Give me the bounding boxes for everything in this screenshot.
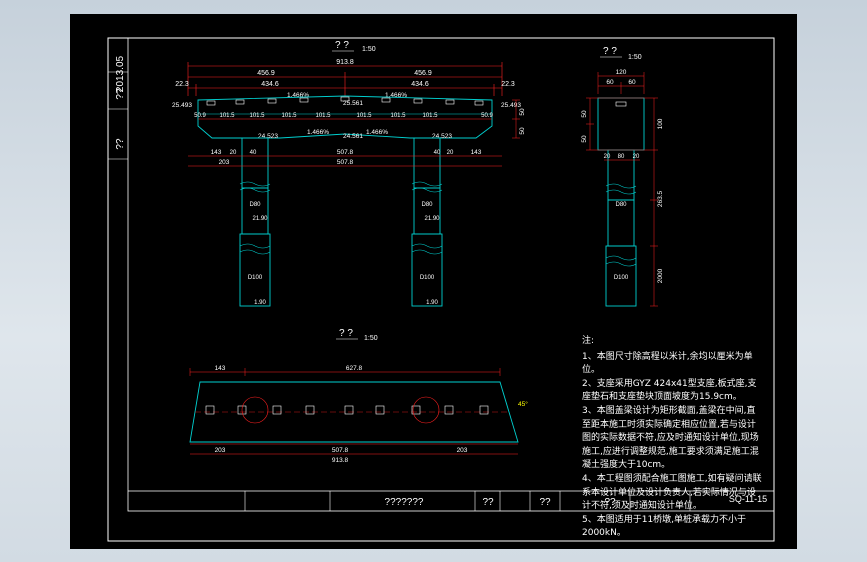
elev-dim-half-right: 456.9 [414, 70, 432, 77]
side-width: 120 [616, 69, 627, 76]
bearing-spacing: 50.9 [194, 113, 206, 119]
bearing-spacing: 101.5 [281, 113, 297, 119]
elev-dim-half-left: 456.9 [257, 70, 275, 77]
side-tag-a: ?? [115, 88, 126, 100]
elev-pile-dia-left: D100 [248, 275, 263, 281]
plan-total: 913.8 [332, 457, 349, 464]
side-pile-height: 2000 [657, 268, 664, 283]
side-title: ? ? [603, 46, 617, 57]
elev-bottom-slope-left: 1.466% [307, 129, 329, 136]
elev-col-width-right: 40 [434, 150, 441, 156]
side-col-height: 263.5 [657, 190, 664, 207]
note-item: 3、本图盖梁设计为矩形截面,盖梁在中间,直至距本施工时须实际确定相应位置,若与设… [582, 405, 759, 471]
note-item: 2、支座采用GYZ 424x41型支座,板式座,支座垫石和支座垫块顶面坡度为15… [582, 378, 757, 403]
elev-col-level-right: 21.90 [424, 216, 440, 222]
elev-pier-spacing-top: 507.8 [337, 149, 354, 156]
elev-col-level-left: 21.90 [252, 216, 268, 222]
side-col-left: 20 [604, 154, 611, 160]
plan-bot-left: 203 [215, 447, 226, 454]
elev-overhang-right: 143 [471, 149, 482, 156]
elev-cap-left: 25.493 [172, 102, 192, 109]
elevation-view: ? ? 1:50 913.8 456.9 456.9 434.6 434.6 2… [172, 40, 526, 307]
plan-title: ? ? [339, 328, 353, 339]
elev-pier-spacing: 507.8 [337, 159, 354, 166]
bearing-spacing: 50.9 [481, 113, 493, 119]
notes-heading: 注: [582, 336, 595, 346]
note-item: 4、本工程图须配合施工图施工,如有疑问请联系本设计单位及设计负责人,若实际情况与… [582, 473, 762, 512]
elev-dim-edge-left: 22.3 [175, 81, 189, 88]
elev-pile-bottom-right: 1.90 [426, 300, 438, 306]
elev-beam-h1: 50 [519, 108, 526, 116]
bearing-spacing: 101.5 [422, 113, 438, 119]
plan-bearings [205, 405, 489, 415]
elev-dim-inner-right: 434.6 [411, 81, 429, 88]
elev-overhang-left: 143 [211, 149, 222, 156]
note-item: 5、本图适用于11桥墩,单桩承载力不小于2000kN。 [582, 514, 747, 539]
elev-pile-dia-right: D100 [420, 275, 435, 281]
plan-bot-right: 203 [457, 447, 468, 454]
side-right: 60 [628, 79, 636, 86]
side-col-mid: 80 [618, 154, 625, 160]
cad-viewer: 2013.05 ?? ?? ??????? ?? ?? ?? SQ-11-15 … [0, 0, 867, 562]
elev-col-width-left2: 20 [230, 150, 237, 156]
year-tag: 2013.05 [115, 55, 126, 92]
elev-bottom-right: 24.523 [432, 133, 452, 140]
bearing-spacing: 101.5 [219, 113, 235, 119]
side-pile-dia: D100 [614, 275, 629, 281]
side-tag-b: ?? [115, 138, 126, 150]
elev-col-dia-left: D80 [249, 202, 261, 208]
elev-half-span-left: 203 [219, 159, 230, 166]
plan-scale: 1:50 [364, 335, 378, 342]
plan-view: ? ? 1:50 143 627.8 203 507.8 203 913.8 4… [189, 328, 528, 464]
side-h2: 50 [581, 135, 588, 143]
elevation-scale: 1:50 [362, 46, 376, 53]
side-col-right: 20 [633, 154, 640, 160]
side-view: ? ? 1:50 120 60 60 50 50 100 20 80 20 D8… [581, 46, 664, 307]
side-tag-year: 2013.05 [115, 55, 126, 92]
design-notes: 注: 1、本图尺寸除高程以米计,余均以厘米为单位。 2、支座采用GYZ 424x… [582, 335, 762, 541]
side-scale: 1:50 [628, 54, 642, 61]
title-block-cell-b: ?? [539, 497, 551, 508]
elev-bottom-slope-right: 1.466% [366, 129, 388, 136]
side-left: 60 [606, 79, 614, 86]
bearing-spacing: 101.5 [249, 113, 265, 119]
elev-col-width-left: 40 [250, 150, 257, 156]
elev-pile-bottom-left: 1.90 [254, 300, 266, 306]
side-col-dia: D80 [615, 202, 627, 208]
plan-bot-mid: 507.8 [332, 447, 349, 454]
plan-left: 143 [215, 365, 226, 372]
bearing-spacing: 101.5 [315, 113, 331, 119]
plan-top-span: 627.8 [346, 365, 363, 372]
note-item: 1、本图尺寸除高程以米计,余均以厘米为单位。 [582, 351, 753, 376]
elev-col-width-right2: 20 [447, 150, 454, 156]
elev-dim-edge-right: 22.3 [501, 81, 515, 88]
side-h-right1: 100 [657, 118, 664, 129]
drawing-sheet: 2013.05 ?? ?? ??????? ?? ?? ?? SQ-11-15 … [70, 14, 797, 549]
elev-dim-inner-left: 434.6 [261, 81, 279, 88]
elev-bottom-center: 24.561 [343, 133, 363, 140]
elev-dim-total: 913.8 [336, 59, 354, 66]
plan-skew: 45° [518, 400, 528, 408]
bearing-spacing: 101.5 [390, 113, 406, 119]
bearing-spacing: 101.5 [356, 113, 372, 119]
side-h1: 50 [581, 110, 588, 118]
elev-beam-h2: 50 [519, 127, 526, 135]
elevation-title: ? ? [335, 40, 349, 51]
title-block-name: ??????? [385, 497, 424, 508]
elev-cap-right: 25.493 [501, 102, 521, 109]
title-block-cell-a: ?? [482, 497, 494, 508]
elev-col-dia-right: D80 [421, 202, 433, 208]
